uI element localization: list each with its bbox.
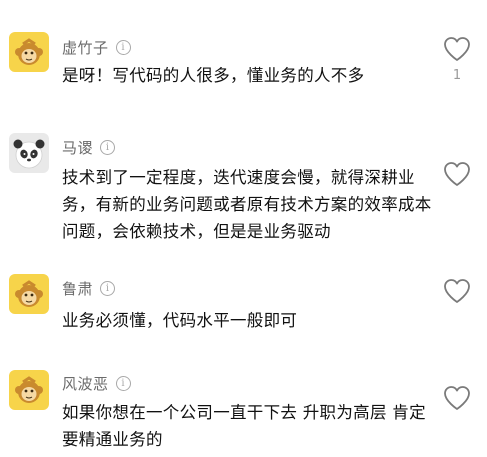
panda-avatar-icon[interactable] (9, 133, 49, 173)
heart-icon (444, 37, 470, 61)
comment-text: 如果你想在一个公司一直干下去 升职为高层 肯定要精通业务的 (62, 403, 426, 449)
heart-icon (444, 279, 470, 303)
heart-icon (444, 162, 470, 186)
info-icon[interactable]: i (115, 39, 131, 55)
like-button[interactable] (442, 278, 472, 310)
like-button[interactable]: 1 (442, 36, 472, 83)
comment-text: 业务必须懂，代码水平一般即可 (62, 311, 298, 330)
comment-list: 虚竹子 i 是呀！写代码的人很多，懂业务的人不多 1 马谡 i 技术到了一定程度… (0, 0, 487, 457)
info-icon[interactable]: i (115, 375, 131, 391)
like-count: 1 (452, 68, 462, 83)
monkey-avatar-icon[interactable] (9, 274, 49, 314)
comment-text: 是呀！写代码的人很多，懂业务的人不多 (62, 66, 365, 85)
heart-icon (444, 386, 470, 410)
info-icon[interactable]: i (100, 139, 116, 155)
username[interactable]: 风波恶 (62, 373, 109, 394)
like-button[interactable] (442, 385, 472, 417)
username[interactable]: 虚竹子 (62, 37, 109, 58)
username[interactable]: 马谡 (62, 137, 93, 158)
monkey-avatar-icon[interactable] (9, 370, 49, 410)
monkey-avatar-icon[interactable] (9, 32, 49, 72)
comment-text: 技术到了一定程度，迭代速度会慢，就得深耕业务，有新的业务问题或者原有技术方案的效… (62, 168, 432, 241)
like-button[interactable] (442, 161, 472, 193)
info-icon[interactable]: i (100, 280, 116, 296)
username[interactable]: 鲁肃 (62, 278, 93, 299)
